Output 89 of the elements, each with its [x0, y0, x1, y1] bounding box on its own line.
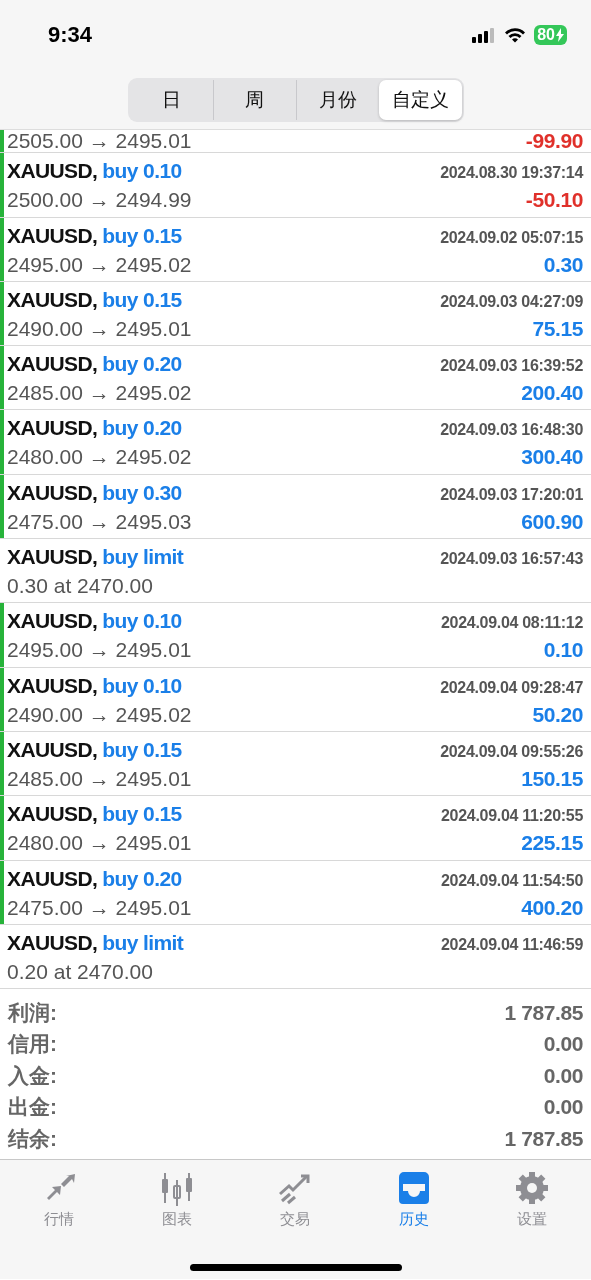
- trade-type: buy 0.10: [102, 159, 182, 183]
- tab-bar-item[interactable]: 行情: [14, 1170, 105, 1230]
- symbol-label: XAUUSD,: [7, 352, 98, 376]
- trade-time: 2024.09.02 05:07:15: [440, 228, 583, 247]
- summary-value: 1 787.85: [504, 1126, 583, 1151]
- tab-bar-item[interactable]: 设置: [486, 1170, 577, 1230]
- segment-tab[interactable]: 自定义: [378, 80, 462, 120]
- tab-bar-item[interactable]: 历史: [368, 1170, 459, 1230]
- symbol-label: XAUUSD,: [7, 416, 98, 440]
- battery-indicator: 80: [534, 25, 567, 45]
- trade-type: buy 0.30: [102, 480, 182, 504]
- trade-time: 2024.09.04 09:28:47: [440, 678, 583, 697]
- trade-type: buy 0.15: [102, 223, 182, 247]
- symbol-label: XAUUSD,: [7, 609, 98, 633]
- symbol-label: XAUUSD,: [7, 223, 98, 247]
- profit-value: 75.15: [532, 316, 583, 341]
- trade-time: 2024.09.04 11:46:59: [441, 935, 583, 954]
- summary-value: 0.00: [543, 1095, 583, 1120]
- clock: 9:34: [48, 22, 93, 48]
- trade-type: buy 0.10: [102, 609, 182, 633]
- price-change: 2500.00 → 2494.99: [7, 188, 192, 213]
- trade-time: 2024.09.03 04:27:09: [440, 292, 583, 311]
- segment-tab[interactable]: 周: [212, 80, 296, 120]
- profit-value: 0.10: [543, 638, 583, 663]
- price-change: 2495.00 → 2495.02: [7, 252, 192, 277]
- price-change: 2480.00 → 2495.02: [7, 445, 192, 470]
- symbol-label: XAUUSD,: [7, 480, 98, 504]
- symbol-label: XAUUSD,: [7, 930, 98, 954]
- trade-time: 2024.09.03 16:57:43: [440, 550, 583, 569]
- trade-time: 2024.08.30 19:37:14: [440, 164, 583, 183]
- price-change: 0.30 at 2470.00: [7, 574, 153, 599]
- profit-value: 225.15: [521, 831, 583, 856]
- profit-value: 150.15: [521, 766, 583, 791]
- settings-icon: [513, 1170, 550, 1207]
- summary-value: 0.00: [543, 1032, 583, 1057]
- summary-label: 入金:: [8, 1062, 57, 1089]
- trade-type: buy 0.10: [102, 673, 182, 697]
- price-change: 2485.00 → 2495.01: [7, 766, 192, 791]
- price-change: 2485.00 → 2495.02: [7, 381, 192, 406]
- signal-icon: [472, 27, 497, 43]
- trade-time: 2024.09.03 16:39:52: [440, 357, 583, 376]
- price-change: 2475.00 → 2495.03: [7, 509, 192, 534]
- trade-time: 2024.09.04 11:54:50: [441, 871, 583, 890]
- price-change: 2490.00 → 2495.02: [7, 702, 192, 727]
- profit-value: 200.40: [521, 381, 583, 406]
- symbol-label: XAUUSD,: [7, 545, 98, 569]
- price-change: 2495.00 → 2495.01: [7, 638, 192, 663]
- tab-bar-item[interactable]: 交易: [250, 1170, 341, 1230]
- trade-type: buy 0.15: [102, 287, 182, 311]
- profit-value: 600.90: [521, 509, 583, 534]
- symbol-label: XAUUSD,: [7, 159, 98, 183]
- profit-value: 300.40: [521, 445, 583, 470]
- trade-type: buy 0.15: [102, 737, 182, 761]
- profit-value: 50.20: [532, 702, 583, 727]
- symbol-label: XAUUSD,: [7, 287, 98, 311]
- summary-value: 1 787.85: [504, 1000, 583, 1025]
- profit-value: 400.20: [521, 895, 583, 920]
- summary-label: 出金:: [8, 1094, 57, 1121]
- profit-value: -99.90: [525, 129, 583, 153]
- segment-tab[interactable]: 日: [129, 80, 213, 120]
- trade-type: buy 0.15: [102, 802, 182, 826]
- segment-tab[interactable]: 月份: [295, 80, 379, 120]
- symbol-label: XAUUSD,: [7, 802, 98, 826]
- wifi-icon: [504, 27, 527, 43]
- summary-label: 信用:: [8, 1031, 57, 1058]
- price-change: 2505.00 → 2495.01: [7, 129, 192, 153]
- trade-type: buy limit: [102, 545, 184, 569]
- profit-value: 0.30: [543, 252, 583, 277]
- profit-value: -50.10: [525, 188, 583, 213]
- price-change: 2480.00 → 2495.01: [7, 831, 192, 856]
- price-change: 2490.00 → 2495.01: [7, 316, 192, 341]
- trade-type: buy 0.20: [102, 352, 182, 376]
- summary-value: 0.00: [543, 1063, 583, 1088]
- trade-type: buy 0.20: [102, 416, 182, 440]
- trade-time: 2024.09.04 11:20:55: [441, 807, 583, 826]
- tab-bar-item[interactable]: 图表: [132, 1170, 223, 1230]
- trade-type: buy 0.20: [102, 866, 182, 890]
- trade-time: 2024.09.03 16:48:30: [440, 421, 583, 440]
- trade-type: buy limit: [102, 930, 184, 954]
- summary-label: 利润:: [8, 999, 57, 1026]
- price-change: 2475.00 → 2495.01: [7, 895, 192, 920]
- summary-label: 结余:: [8, 1125, 57, 1152]
- symbol-label: XAUUSD,: [7, 673, 98, 697]
- trade-time: 2024.09.04 09:55:26: [440, 742, 583, 761]
- trade-time: 2024.09.04 08:11:12: [441, 614, 583, 633]
- symbol-label: XAUUSD,: [7, 737, 98, 761]
- trade-time: 2024.09.03 17:20:01: [440, 485, 583, 504]
- price-change: 0.20 at 2470.00: [7, 959, 153, 984]
- symbol-label: XAUUSD,: [7, 866, 98, 890]
